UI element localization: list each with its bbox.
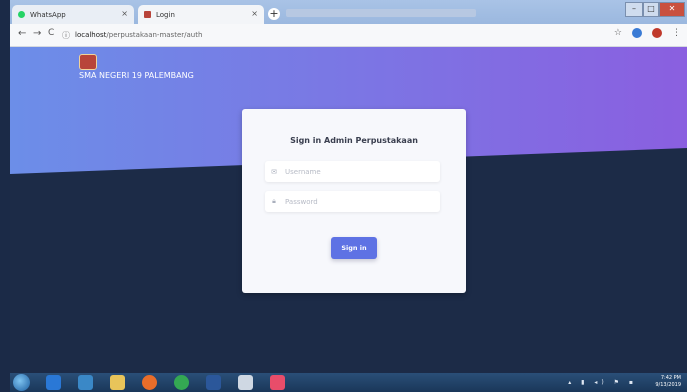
profile-avatar[interactable] [652,28,662,38]
firefox-icon[interactable] [142,375,157,390]
tab-label: WhatsApp [30,10,66,19]
username-input[interactable] [283,166,437,177]
tab-label: Login [156,10,175,19]
login-title: Sign in Admin Perpustakaan [290,136,418,145]
xampp-icon[interactable] [270,375,285,390]
folder-icon[interactable] [110,375,125,390]
login-card: Sign in Admin Perpustakaan ✉ 🔒︎ Sign in [242,109,466,293]
extension-icon[interactable] [632,28,642,38]
url-field[interactable]: ⓘ localhost/perpustakaan-master/auth [62,27,622,43]
maximize-button[interactable]: □ [643,2,659,17]
school-name: SMA NEGERI 19 PALEMBANG [79,71,194,80]
word-icon[interactable] [206,375,221,390]
url-host: localhost [75,31,107,39]
site-favicon-icon [144,11,151,18]
browser-window: WhatsApp × Login × + – □ ✕ ← → C ⓘ local… [10,0,687,392]
school-logo [79,54,97,70]
clock[interactable]: 7:42 PM 9/13/2019 [655,375,681,389]
url-path: /perpustakaan-master/auth [106,31,203,39]
username-field[interactable]: ✉ [265,161,440,182]
system-tray-icons[interactable]: ▴ ▮ ◂) ⚑ ▪ [568,379,637,386]
start-button[interactable] [13,374,30,391]
app-icon[interactable] [238,375,253,390]
reload-icon[interactable]: C [48,28,54,38]
toolbar-icons: ☆ ⋮ [614,28,681,38]
minimize-button[interactable]: – [625,2,643,17]
chrome-icon[interactable] [174,375,189,390]
close-tab-icon[interactable]: × [251,9,258,18]
clock-date: 9/13/2019 [655,382,681,388]
tab-whatsapp[interactable]: WhatsApp × [12,5,134,24]
bookmark-star-icon[interactable]: ☆ [614,28,622,38]
info-icon[interactable]: ⓘ [62,30,70,41]
close-tab-icon[interactable]: × [121,9,128,18]
back-icon[interactable]: ← [18,28,26,39]
address-bar: ← → C ⓘ localhost/perpustakaan-master/au… [10,24,687,47]
password-input[interactable] [283,196,437,207]
close-window-button[interactable]: ✕ [659,2,685,17]
page-content: SMA NEGERI 19 PALEMBANG Sign in Admin Pe… [10,47,687,373]
title-bar: WhatsApp × Login × + – □ ✕ [10,0,687,24]
window-controls: – □ ✕ [625,2,685,17]
new-tab-button[interactable]: + [268,8,280,20]
sign-in-button[interactable]: Sign in [331,237,377,259]
tab-login[interactable]: Login × [138,5,264,24]
blurred-tab-title [286,9,476,17]
windows-taskbar: ▴ ▮ ◂) ⚑ ▪ 7:42 PM 9/13/2019 [10,373,687,392]
envelope-icon: ✉ [271,167,277,176]
media-player-icon[interactable] [78,375,93,390]
menu-icon[interactable]: ⋮ [672,28,681,38]
lock-icon: 🔒︎ [272,197,276,205]
whatsapp-icon [18,11,25,18]
ie-icon[interactable] [46,375,61,390]
password-field[interactable]: 🔒︎ [265,191,440,212]
forward-icon[interactable]: → [33,28,41,39]
clock-time: 7:42 PM [660,375,681,381]
